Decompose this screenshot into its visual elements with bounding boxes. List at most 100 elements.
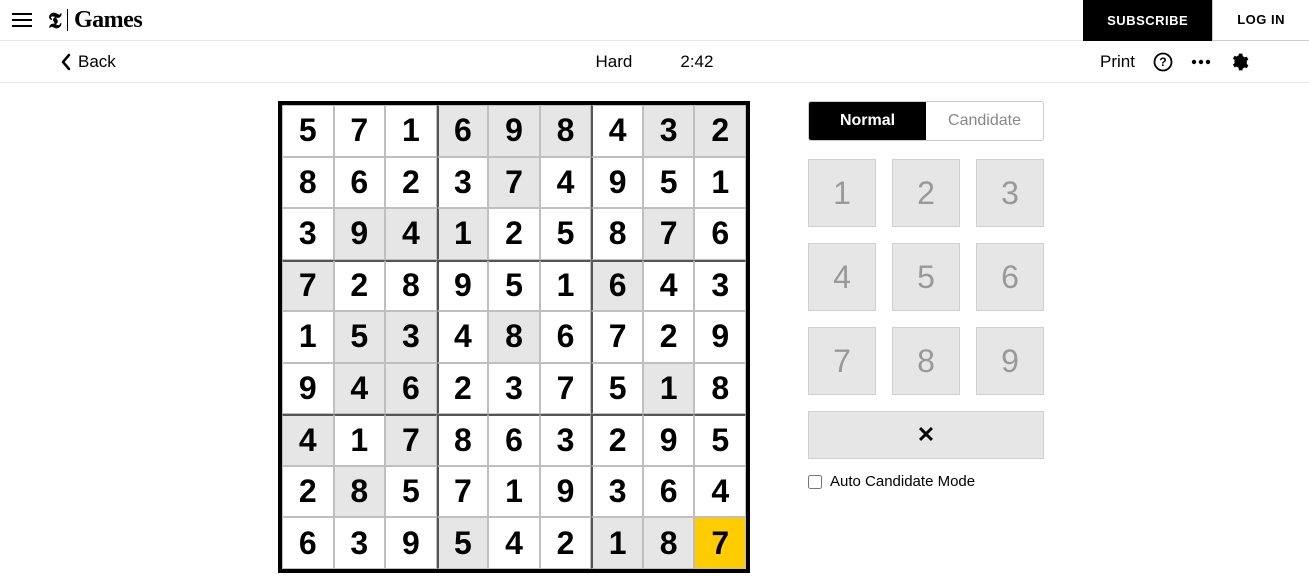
cell-r7-c6[interactable]: 3 [591,466,643,518]
mode-candidate-button[interactable]: Candidate [926,102,1043,140]
cell-r0-c5[interactable]: 8 [540,105,592,157]
login-button[interactable]: LOG IN [1212,0,1309,41]
cell-r3-c0[interactable]: 7 [282,260,334,312]
subscribe-button[interactable]: SUBSCRIBE [1083,0,1212,41]
cell-r1-c8[interactable]: 1 [694,157,746,209]
cell-r2-c6[interactable]: 8 [591,208,643,260]
keypad-8[interactable]: 8 [892,327,960,395]
cell-r5-c6[interactable]: 5 [591,363,643,415]
cell-r3-c2[interactable]: 8 [385,260,437,312]
cell-r2-c5[interactable]: 5 [540,208,592,260]
cell-r0-c7[interactable]: 3 [643,105,695,157]
cell-r6-c5[interactable]: 3 [540,414,592,466]
cell-r7-c3[interactable]: 7 [437,466,489,518]
cell-r7-c1[interactable]: 8 [334,466,386,518]
cell-r0-c2[interactable]: 1 [385,105,437,157]
cell-r5-c0[interactable]: 9 [282,363,334,415]
cell-r6-c4[interactable]: 6 [488,414,540,466]
menu-button[interactable] [6,7,38,33]
cell-r8-c3[interactable]: 5 [437,517,489,569]
cell-r8-c1[interactable]: 3 [334,517,386,569]
cell-r5-c5[interactable]: 7 [540,363,592,415]
cell-r5-c4[interactable]: 3 [488,363,540,415]
help-button[interactable]: ? [1153,52,1173,72]
cell-r4-c7[interactable]: 2 [643,311,695,363]
cell-r0-c3[interactable]: 6 [437,105,489,157]
cell-r3-c5[interactable]: 1 [540,260,592,312]
cell-r0-c6[interactable]: 4 [591,105,643,157]
keypad-6[interactable]: 6 [976,243,1044,311]
cell-r2-c2[interactable]: 4 [385,208,437,260]
cell-r4-c1[interactable]: 5 [334,311,386,363]
cell-r3-c8[interactable]: 3 [694,260,746,312]
back-button[interactable]: Back [60,52,116,72]
cell-r3-c1[interactable]: 2 [334,260,386,312]
cell-r8-c7[interactable]: 8 [643,517,695,569]
cell-r2-c4[interactable]: 2 [488,208,540,260]
cell-r7-c7[interactable]: 6 [643,466,695,518]
cell-r0-c1[interactable]: 7 [334,105,386,157]
cell-r2-c1[interactable]: 9 [334,208,386,260]
cell-r6-c6[interactable]: 2 [591,414,643,466]
cell-r6-c1[interactable]: 1 [334,414,386,466]
cell-r8-c5[interactable]: 2 [540,517,592,569]
cell-r4-c6[interactable]: 7 [591,311,643,363]
cell-r8-c2[interactable]: 9 [385,517,437,569]
cell-r1-c2[interactable]: 2 [385,157,437,209]
print-button[interactable]: Print [1100,52,1135,72]
cell-r0-c4[interactable]: 9 [488,105,540,157]
keypad-2[interactable]: 2 [892,159,960,227]
cell-r1-c0[interactable]: 8 [282,157,334,209]
cell-r4-c4[interactable]: 8 [488,311,540,363]
auto-candidate-toggle[interactable]: Auto Candidate Mode [808,473,1044,490]
cell-r2-c8[interactable]: 6 [694,208,746,260]
cell-r2-c7[interactable]: 7 [643,208,695,260]
cell-r2-c3[interactable]: 1 [437,208,489,260]
cell-r7-c5[interactable]: 9 [540,466,592,518]
cell-r7-c2[interactable]: 5 [385,466,437,518]
cell-r4-c2[interactable]: 3 [385,311,437,363]
cell-r1-c4[interactable]: 7 [488,157,540,209]
cell-r6-c8[interactable]: 5 [694,414,746,466]
cell-r4-c3[interactable]: 4 [437,311,489,363]
auto-candidate-checkbox[interactable] [808,475,822,489]
cell-r7-c8[interactable]: 4 [694,466,746,518]
more-button[interactable] [1191,59,1211,65]
cell-r5-c1[interactable]: 4 [334,363,386,415]
cell-r1-c7[interactable]: 5 [643,157,695,209]
settings-button[interactable] [1229,52,1249,72]
cell-r7-c0[interactable]: 2 [282,466,334,518]
cell-r4-c8[interactable]: 9 [694,311,746,363]
cell-r3-c4[interactable]: 5 [488,260,540,312]
sudoku-board[interactable]: 5716984328623749513941258767289516431534… [278,101,750,573]
cell-r5-c8[interactable]: 8 [694,363,746,415]
cell-r6-c3[interactable]: 8 [437,414,489,466]
cell-r8-c4[interactable]: 4 [488,517,540,569]
cell-r8-c8[interactable]: 7 [694,517,746,569]
cell-r1-c6[interactable]: 9 [591,157,643,209]
cell-r5-c7[interactable]: 1 [643,363,695,415]
cell-r8-c6[interactable]: 1 [591,517,643,569]
cell-r6-c7[interactable]: 9 [643,414,695,466]
cell-r3-c3[interactable]: 9 [437,260,489,312]
cell-r1-c5[interactable]: 4 [540,157,592,209]
keypad-9[interactable]: 9 [976,327,1044,395]
keypad-4[interactable]: 4 [808,243,876,311]
cell-r8-c0[interactable]: 6 [282,517,334,569]
cell-r4-c0[interactable]: 1 [282,311,334,363]
brand-logo[interactable]: 𝕿 Games [48,6,142,35]
cell-r0-c8[interactable]: 2 [694,105,746,157]
keypad-1[interactable]: 1 [808,159,876,227]
cell-r5-c3[interactable]: 2 [437,363,489,415]
keypad-7[interactable]: 7 [808,327,876,395]
cell-r6-c0[interactable]: 4 [282,414,334,466]
cell-r1-c1[interactable]: 6 [334,157,386,209]
cell-r1-c3[interactable]: 3 [437,157,489,209]
cell-r3-c7[interactable]: 4 [643,260,695,312]
keypad-3[interactable]: 3 [976,159,1044,227]
cell-r2-c0[interactable]: 3 [282,208,334,260]
cell-r3-c6[interactable]: 6 [591,260,643,312]
cell-r4-c5[interactable]: 6 [540,311,592,363]
keypad-5[interactable]: 5 [892,243,960,311]
mode-normal-button[interactable]: Normal [809,102,926,140]
